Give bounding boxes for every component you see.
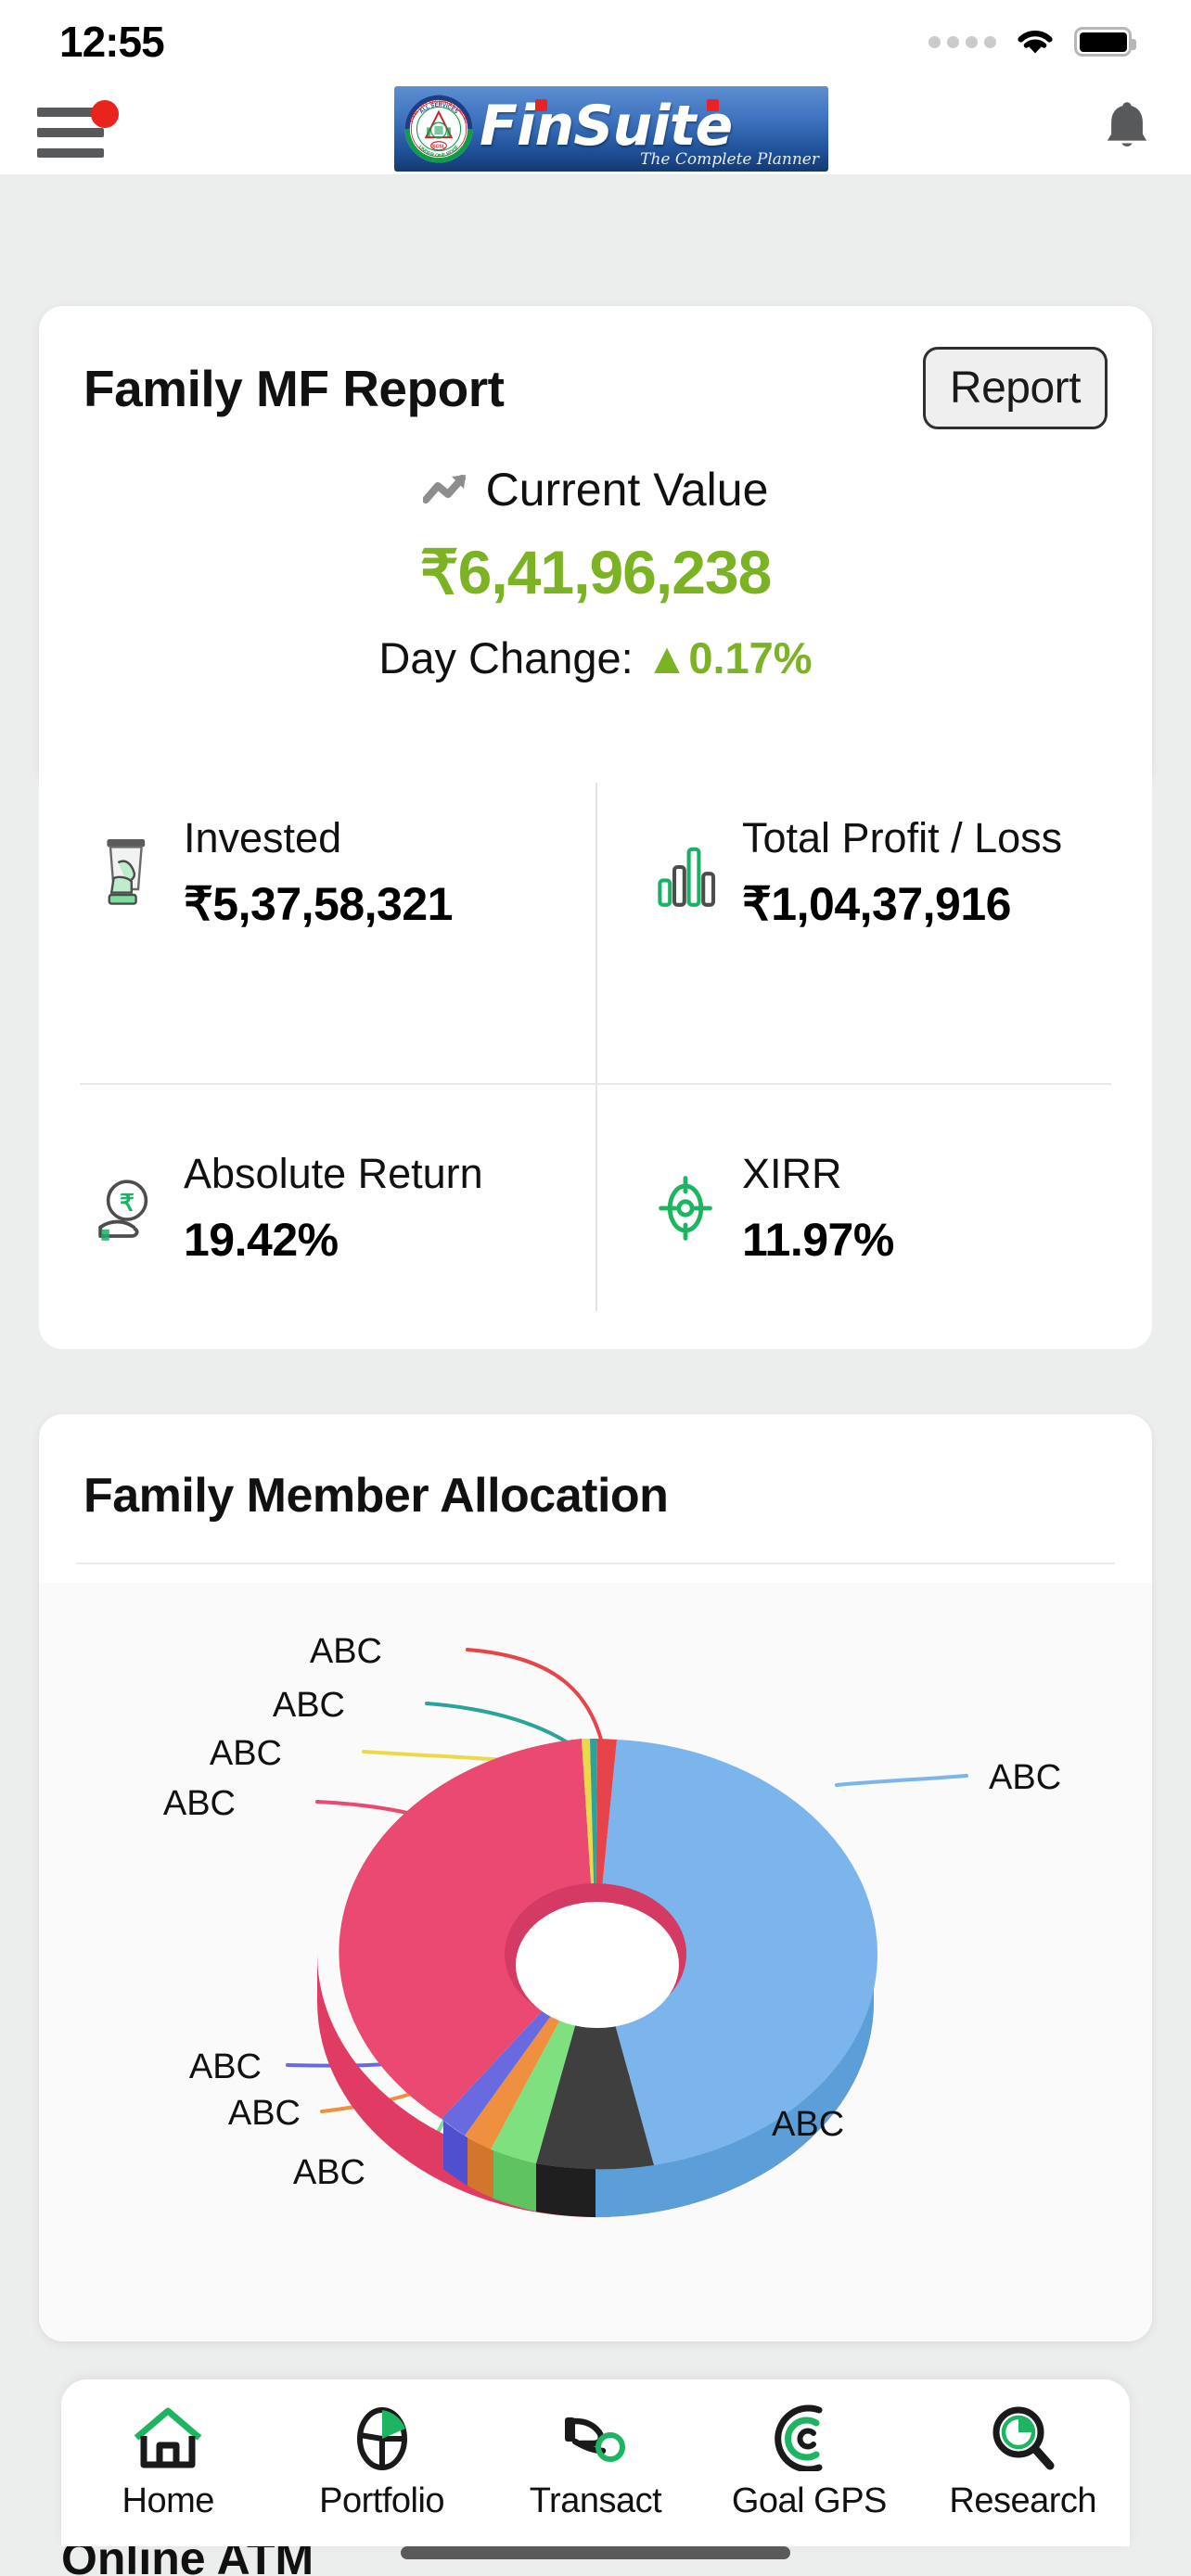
- grid-vertical-divider: [596, 783, 597, 1311]
- nav-label: Portfolio: [319, 2481, 445, 2520]
- hand-coin-icon: [503, 2402, 688, 2474]
- donut-hole: [516, 1902, 679, 2028]
- hamburger-menu-icon[interactable]: [37, 100, 122, 158]
- stat-value: ₹5,37,58,321: [184, 878, 453, 930]
- pie-label: ABC: [293, 2153, 365, 2192]
- pie-label: ABC: [210, 1734, 282, 1773]
- pie-label: ABC: [772, 2105, 844, 2144]
- report-stats-grid: Invested ₹5,37,58,321 Total Profit / Los…: [39, 742, 1152, 1349]
- allocation-chart-area[interactable]: ABC ABC ABC ABC ABC ABC ABC ABC ABC: [39, 1583, 1152, 2341]
- page-title: Family MF Report: [83, 359, 505, 417]
- stat-value: ₹1,04,37,916: [742, 878, 1011, 930]
- logo-dot-i2-icon: [707, 99, 719, 111]
- allocation-title: Family Member Allocation: [83, 1469, 669, 1523]
- current-value-label-row: Current Value: [422, 463, 769, 516]
- stat-label: Invested: [184, 814, 342, 861]
- notification-bell-icon[interactable]: [1100, 100, 1154, 158]
- family-member-allocation-card: Family Member Allocation ABC ABC ABC ABC…: [39, 1414, 1152, 2341]
- family-allocation-pie-chart[interactable]: ABC ABC ABC ABC ABC ABC ABC ABC ABC: [39, 1583, 1152, 2341]
- notification-badge-dot: [91, 100, 119, 128]
- magnifier-pie-icon: [930, 2402, 1116, 2474]
- report-button[interactable]: Report: [922, 347, 1108, 429]
- bar-chart-icon: [658, 847, 716, 907]
- battery-full-icon: [1074, 27, 1136, 57]
- logo-tagline: The Complete Planner: [640, 150, 819, 169]
- app-header: SCSL ALL SERVICES STEEL CITY SECURITIES …: [0, 83, 1191, 174]
- status-time: 12:55: [59, 18, 165, 66]
- stat-value: 19.42%: [184, 1214, 339, 1266]
- signal-dots-icon: [928, 35, 996, 48]
- home-indicator: [401, 2546, 790, 2559]
- target-crosshair-icon: [659, 1176, 712, 1241]
- day-change-label: Day Change:: [378, 633, 634, 682]
- svg-text:SCSL: SCSL: [432, 145, 446, 150]
- status-indicators: [928, 25, 1136, 58]
- current-value-amount: ₹6,41,96,238: [419, 538, 773, 606]
- logo-brand-text: FinSuite: [480, 94, 733, 159]
- nav-label: Goal GPS: [731, 2481, 888, 2520]
- logo-dot-i-icon: [535, 99, 547, 111]
- rupee-coin-hand-icon: ₹: [98, 1180, 148, 1241]
- steel-city-securities-seal-icon: SCSL ALL SERVICES STEEL CITY SECURITIES …: [404, 95, 473, 163]
- trend-up-icon: [422, 475, 466, 504]
- pie-label: ABC: [273, 1686, 345, 1725]
- app-screen: 12:55 SCSL ALL SERVICES STEEL CITY SECUR…: [0, 0, 1191, 2576]
- nav-item-portfolio[interactable]: Portfolio: [289, 2402, 475, 2521]
- stat-invested: Invested ₹5,37,58,321: [93, 814, 453, 931]
- nav-label: Home: [122, 2481, 215, 2520]
- pie-label: ABC: [310, 1632, 382, 1671]
- wifi-icon: [1018, 31, 1053, 54]
- nav-label: Research: [949, 2481, 1097, 2520]
- current-value-block: Current Value ₹6,41,96,238 Day Change: ▲…: [39, 463, 1152, 683]
- pie-label: ABC: [228, 2094, 301, 2133]
- nav-item-research[interactable]: Research: [930, 2402, 1116, 2521]
- family-mf-report-card: Family MF Report Report Current Value ₹6…: [39, 306, 1152, 788]
- bottom-navigation-bar: Home Portfolio Transact Goal GPS Researc…: [61, 2379, 1130, 2546]
- stat-total-profit-loss: Total Profit / Loss ₹1,04,37,916: [651, 814, 1062, 931]
- home-icon: [75, 2402, 261, 2474]
- nav-item-goal-gps[interactable]: Goal GPS: [716, 2402, 902, 2521]
- nav-item-transact[interactable]: Transact: [503, 2402, 688, 2521]
- current-value-label: Current Value: [485, 464, 769, 516]
- radar-signal-icon: [716, 2402, 902, 2474]
- pie-chart-icon: [289, 2402, 475, 2474]
- allocation-divider: [76, 1562, 1115, 1564]
- pie-label: ABC: [163, 1784, 236, 1823]
- status-bar: 12:55: [0, 0, 1191, 83]
- hand-cash-icon: [107, 839, 146, 905]
- app-logo: SCSL ALL SERVICES STEEL CITY SECURITIES …: [394, 86, 828, 172]
- day-change-row: Day Change: ▲0.17%: [39, 632, 1152, 683]
- svg-text:₹: ₹: [120, 1190, 134, 1216]
- stat-xirr: XIRR 11.97%: [651, 1150, 894, 1267]
- grid-horizontal-divider: [80, 1083, 1111, 1085]
- nav-item-home[interactable]: Home: [75, 2402, 261, 2521]
- pie-label: ABC: [989, 1758, 1061, 1797]
- stat-label: XIRR: [742, 1150, 842, 1197]
- pie-label: ABC: [189, 2047, 262, 2086]
- day-change-value: ▲0.17%: [645, 633, 813, 682]
- report-card-header: Family MF Report Report: [39, 306, 1152, 429]
- stat-label: Absolute Return: [184, 1150, 483, 1197]
- logo-wordmark: FinSuite The Complete Planner: [474, 86, 828, 172]
- stat-label: Total Profit / Loss: [742, 814, 1063, 861]
- stat-value: 11.97%: [742, 1214, 894, 1266]
- stat-absolute-return: ₹ Absolute Return 19.42%: [93, 1150, 483, 1267]
- nav-label: Transact: [529, 2481, 662, 2520]
